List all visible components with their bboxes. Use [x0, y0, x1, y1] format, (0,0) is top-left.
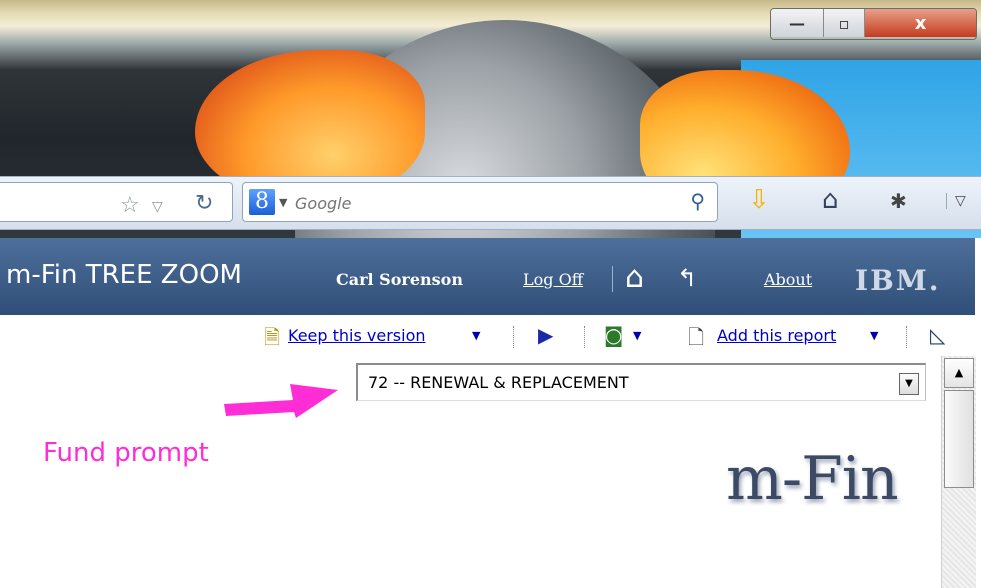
- minimize-button[interactable]: —: [771, 9, 824, 37]
- toolbar-divider: [584, 326, 586, 348]
- vertical-scrollbar[interactable]: ▲: [941, 356, 976, 588]
- close-button[interactable]: x: [865, 9, 976, 37]
- annotation-arrow-icon: [224, 384, 338, 418]
- ibm-logo: IBM.: [855, 264, 941, 297]
- bookmark-star-icon[interactable]: ☆: [120, 193, 140, 218]
- keep-version-dropdown-icon[interactable]: ▼: [472, 329, 480, 342]
- add-report-dropdown-icon[interactable]: ▼: [870, 329, 878, 342]
- run-icon[interactable]: ▶: [538, 323, 553, 347]
- search-bar: 8 ▼ ⚲: [242, 182, 718, 222]
- home-icon[interactable]: ⌂: [822, 185, 839, 215]
- search-input[interactable]: [293, 189, 657, 217]
- home-icon[interactable]: ⌂: [625, 260, 644, 295]
- return-icon[interactable]: ↰: [677, 264, 697, 292]
- logoff-link[interactable]: Log Off: [523, 270, 583, 289]
- chevron-down-icon[interactable]: ▼: [899, 373, 919, 395]
- fund-prompt-select[interactable]: 72 -- RENEWAL & REPLACEMENT ▼: [356, 363, 926, 401]
- annotation-label: Fund prompt: [43, 438, 209, 468]
- engine-dropdown-icon[interactable]: ▼: [279, 196, 287, 209]
- page-title: m-Fin TREE ZOOM: [6, 260, 242, 290]
- scroll-up-button[interactable]: ▲: [944, 358, 974, 388]
- view-format-icon[interactable]: ◙: [604, 323, 623, 347]
- addon-icon[interactable]: ✱: [890, 189, 907, 213]
- toolbar-divider: [513, 326, 515, 348]
- search-icon[interactable]: ⚲: [690, 189, 705, 213]
- browser-chrome: — ▫ x ☆ ▽ ↻ 8 ▼ ⚲ ⇩ ⌂ ✱ ▽: [0, 0, 981, 238]
- url-bar[interactable]: ☆ ▽ ↻: [0, 182, 233, 222]
- app-header: m-Fin TREE ZOOM Carl Sorenson Log Off ⌂ …: [0, 238, 975, 315]
- keep-version-link[interactable]: Keep this version: [288, 326, 426, 345]
- reload-icon[interactable]: ↻: [195, 191, 213, 216]
- mfin-logo: m-Fin: [726, 444, 899, 514]
- download-icon[interactable]: ⇩: [748, 185, 770, 215]
- scroll-thumb[interactable]: [944, 390, 974, 488]
- window-controls: — ▫ x: [770, 8, 977, 40]
- fund-select-value: 72 -- RENEWAL & REPLACEMENT: [368, 373, 629, 392]
- url-history-dropdown-icon[interactable]: ▽: [152, 199, 163, 215]
- add-report-link[interactable]: Add this report: [717, 326, 836, 345]
- drill-tool-icon[interactable]: ◺: [930, 323, 945, 347]
- google-engine-icon[interactable]: 8: [249, 189, 275, 215]
- view-format-dropdown-icon[interactable]: ▼: [633, 329, 641, 342]
- report-toolbar: 🗎 Keep this version ▼ ▶ ◙ ▼ 🗋 Add this r…: [0, 320, 975, 352]
- maximize-button[interactable]: ▫: [824, 9, 865, 37]
- navigation-toolbar: ☆ ▽ ↻ 8 ▼ ⚲ ⇩ ⌂ ✱ ▽: [0, 176, 981, 230]
- about-link[interactable]: About: [764, 270, 812, 289]
- menu-dropdown-icon[interactable]: ▽: [946, 193, 966, 209]
- keep-version-icon[interactable]: 🗎: [264, 323, 280, 357]
- toolbar-divider: [906, 326, 908, 348]
- user-name: Carl Sorenson: [336, 270, 463, 289]
- add-report-icon[interactable]: 🗋: [688, 323, 704, 357]
- header-divider: [612, 266, 613, 292]
